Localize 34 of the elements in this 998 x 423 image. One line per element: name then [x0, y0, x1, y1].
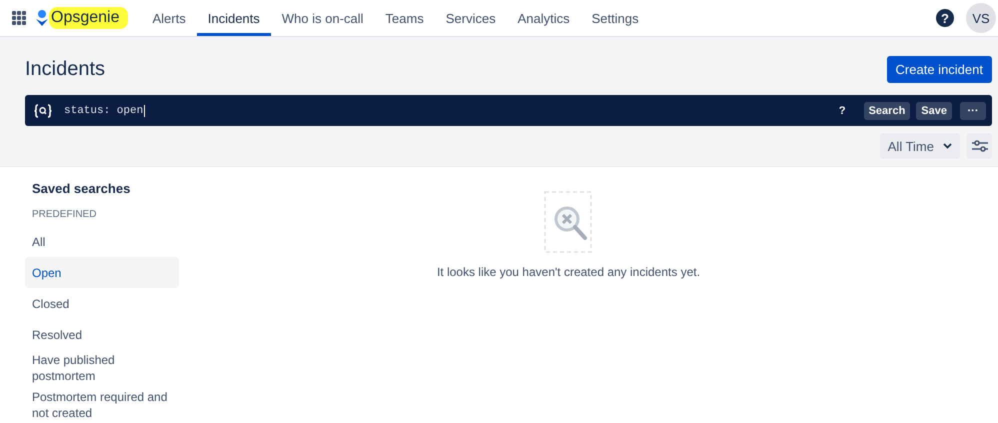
- search-help[interactable]: ?: [838, 104, 846, 116]
- search-query[interactable]: status: open: [64, 104, 146, 116]
- page-title: Incidents: [25, 56, 106, 80]
- sliders-icon: [970, 139, 988, 153]
- logo-text[interactable]: Opsgenie: [49, 7, 128, 29]
- saved-search-item[interactable]: Open: [25, 257, 179, 288]
- no-results-icon: [544, 191, 594, 255]
- saved-search-item[interactable]: All: [25, 226, 179, 257]
- saved-search-item[interactable]: Closed: [25, 288, 179, 319]
- avatar[interactable]: VS: [966, 3, 996, 33]
- nav-tab[interactable]: Alerts: [142, 0, 197, 36]
- app-switcher-icon[interactable]: [12, 11, 26, 25]
- nav-tab[interactable]: Settings: [580, 0, 650, 36]
- search-button[interactable]: Search: [864, 102, 910, 120]
- query-icon: [34, 104, 52, 118]
- nav-tab[interactable]: Services: [434, 0, 507, 36]
- section-label: PREDEFINED: [31, 208, 98, 222]
- create-incident-button[interactable]: Create incident: [886, 56, 992, 82]
- nav-tab[interactable]: Who is on-call: [270, 0, 374, 36]
- nav-tab[interactable]: Analytics: [506, 0, 581, 36]
- nav-tab[interactable]: Teams: [374, 0, 435, 36]
- logo-icon: [35, 9, 49, 27]
- more-button[interactable]: ···: [960, 102, 986, 120]
- search-bar[interactable]: status: open ? Search Save ···: [25, 95, 992, 126]
- time-range-dropdown[interactable]: All Time: [880, 133, 960, 159]
- chevron-down-icon: [943, 143, 952, 149]
- empty-message: It looks like you haven't created any incidents yet.: [436, 265, 700, 279]
- help-button[interactable]: ?: [936, 9, 954, 27]
- save-button[interactable]: Save: [916, 102, 952, 120]
- saved-search-item[interactable]: Have published postmortem: [25, 350, 179, 387]
- saved-search-item[interactable]: Resolved: [25, 319, 179, 350]
- filter-settings-button[interactable]: [967, 133, 992, 159]
- saved-search-item[interactable]: Postmortem required and not created: [25, 387, 179, 423]
- sidebar-title: Saved searches: [31, 181, 132, 198]
